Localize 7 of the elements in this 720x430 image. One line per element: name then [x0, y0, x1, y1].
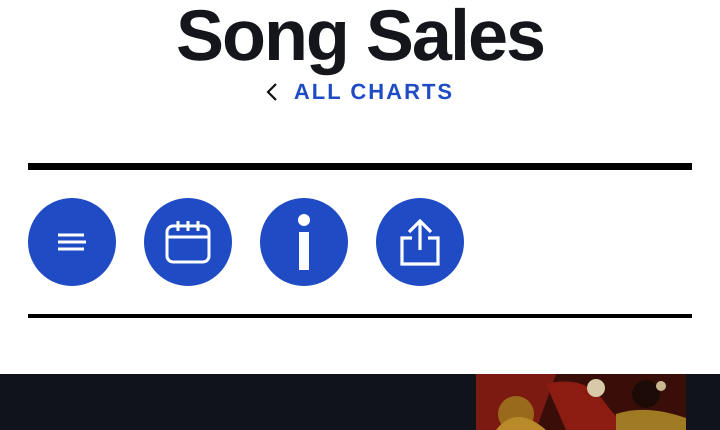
- page-title: Song Sales: [176, 0, 544, 78]
- all-charts-link[interactable]: ALL CHARTS: [294, 78, 454, 105]
- share-icon: [400, 218, 440, 266]
- calendar-icon: [165, 219, 211, 266]
- menu-icon: [56, 232, 88, 252]
- info-icon: [297, 214, 311, 270]
- chevron-left-icon[interactable]: [266, 82, 278, 102]
